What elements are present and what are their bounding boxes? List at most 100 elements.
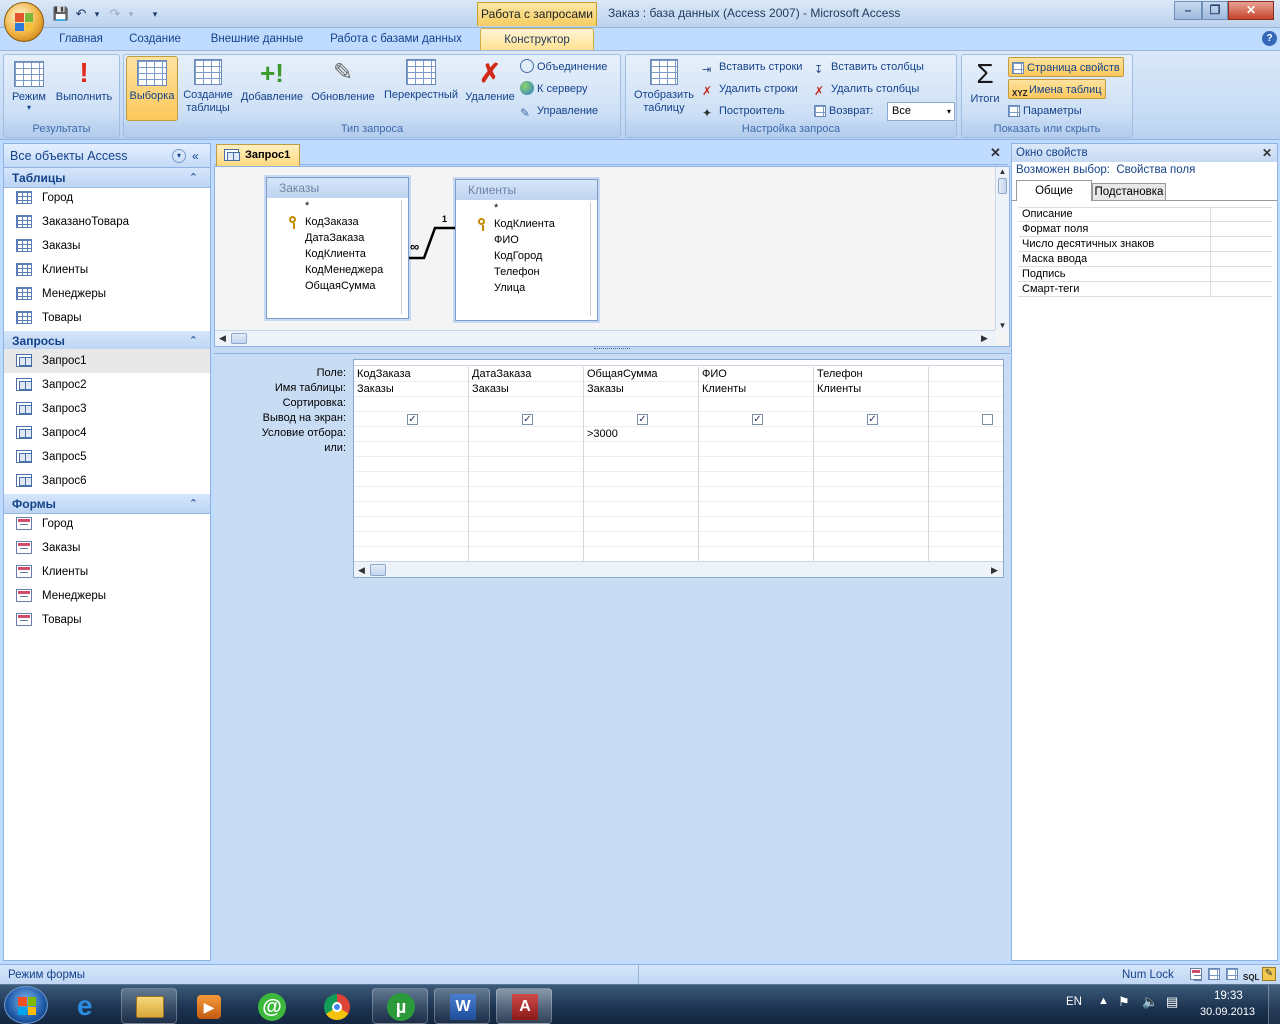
grid-cell-or[interactable] [814, 517, 928, 532]
grid-cell-table[interactable]: Клиенты [814, 382, 928, 397]
language-indicator[interactable]: EN [1066, 996, 1082, 1008]
scroll-left-icon[interactable]: ◀ [358, 565, 365, 576]
builder-button[interactable]: ✦ Построитель [702, 101, 785, 121]
nav-item-query[interactable]: Запрос5 [4, 445, 210, 469]
scroll-down-icon[interactable]: ▼ [996, 321, 1009, 330]
insert-columns-button[interactable]: ↧ Вставить столбцы [814, 57, 924, 77]
show-checkbox[interactable]: ✓ [407, 414, 418, 425]
field-item[interactable]: Телефон [456, 264, 597, 280]
scroll-right-icon[interactable]: ▶ [981, 333, 988, 344]
tab-create[interactable]: Создание [120, 28, 190, 50]
grid-cell-or[interactable] [469, 457, 583, 472]
scroll-right-icon[interactable]: ▶ [991, 565, 998, 576]
clock-date[interactable]: 30.09.2013 [1200, 1006, 1255, 1018]
media-player-icon[interactable]: ▶ [180, 988, 236, 1024]
property-row[interactable]: Описание [1018, 207, 1272, 222]
grid-cell-or[interactable] [354, 472, 468, 487]
grid-cell-field[interactable]: КодЗаказа [354, 367, 468, 382]
grid-cell-or[interactable] [584, 502, 698, 517]
form-view-icon[interactable] [1190, 968, 1202, 981]
grid-cell-or[interactable] [584, 442, 698, 457]
property-row[interactable]: Число десятичных знаков [1018, 237, 1272, 252]
union-query-button[interactable]: Объединение [520, 57, 607, 77]
upper-horizontal-scrollbar[interactable]: ◀ ▶ [215, 330, 995, 346]
grid-cell-or[interactable] [469, 442, 583, 457]
tab-database-tools[interactable]: Работа с базами данных [322, 28, 470, 50]
grid-cell-field[interactable]: ФИО [699, 367, 813, 382]
view-mode-button[interactable]: Режим ▾ [7, 59, 51, 121]
undo-dropdown-icon[interactable]: ▾ [88, 5, 106, 23]
nav-item-form[interactable]: Менеджеры [4, 584, 210, 608]
show-checkbox[interactable]: ✓ [752, 414, 763, 425]
access-icon[interactable]: A [496, 988, 552, 1024]
pivot-view-icon[interactable] [1226, 968, 1238, 980]
property-row[interactable]: Маска ввода [1018, 252, 1272, 267]
show-checkbox[interactable] [982, 414, 993, 425]
grid-cell-or[interactable] [354, 457, 468, 472]
nav-item-table[interactable]: Город [4, 186, 210, 210]
grid-cell-field[interactable]: ДатаЗаказа [469, 367, 583, 382]
grid-cell-criteria[interactable]: >3000 [584, 427, 698, 442]
show-table-button[interactable]: Отобразить таблицу [628, 59, 700, 121]
explorer-icon[interactable] [121, 988, 177, 1024]
grid-cell-table[interactable]: Заказы [354, 382, 468, 397]
nav-item-query[interactable]: Запрос3 [4, 397, 210, 421]
field-item[interactable]: ДатаЗаказа [267, 230, 408, 246]
nav-section-tables[interactable]: Таблицы ⌃ [4, 168, 210, 188]
grid-cell-or[interactable] [584, 472, 698, 487]
grid-cell-or[interactable] [584, 487, 698, 502]
property-row[interactable]: Смарт-теги [1018, 282, 1272, 297]
grid-cell-field[interactable]: ОбщаяСумма [584, 367, 698, 382]
nav-item-form[interactable]: Клиенты [4, 560, 210, 584]
grid-cell-or[interactable] [469, 547, 583, 562]
tab-design[interactable]: Конструктор [480, 28, 594, 50]
nav-item-form[interactable]: Товары [4, 608, 210, 632]
property-row[interactable]: Подпись [1018, 267, 1272, 282]
grid-cell-or[interactable] [354, 442, 468, 457]
field-item[interactable]: * [456, 200, 597, 216]
grid-cell-sort[interactable] [584, 397, 698, 412]
grid-cell-table[interactable]: Клиенты [699, 382, 813, 397]
grid-cell-or[interactable] [699, 457, 813, 472]
show-checkbox[interactable]: ✓ [522, 414, 533, 425]
grid-cell-field[interactable]: Телефон [814, 367, 928, 382]
scroll-thumb[interactable] [370, 564, 386, 576]
field-item-key[interactable]: КодЗаказа [267, 214, 408, 230]
grid-cell-criteria[interactable] [469, 427, 583, 442]
nav-section-queries[interactable]: Запросы ⌃ [4, 331, 210, 351]
grid-cell-sort[interactable] [469, 397, 583, 412]
scroll-left-icon[interactable]: ◀ [219, 333, 226, 344]
table-window-clients[interactable]: Клиенты * КодКлиента ФИО КодГород Телефо… [455, 179, 598, 321]
pane-splitter[interactable] [214, 347, 1010, 354]
nav-item-query[interactable]: Запрос2 [4, 373, 210, 397]
grid-cell-or[interactable] [354, 502, 468, 517]
tab-home[interactable]: Главная [50, 28, 112, 50]
ie-icon[interactable]: e [62, 988, 118, 1024]
grid-cell-or[interactable] [814, 442, 928, 457]
action-center-flag-icon[interactable]: ⚑ [1118, 994, 1130, 1010]
tab-general[interactable]: Общие [1016, 180, 1092, 201]
grid-cell-or[interactable] [354, 532, 468, 547]
grid-cell-or[interactable] [469, 532, 583, 547]
grid-cell-or[interactable] [699, 487, 813, 502]
design-view-icon[interactable]: ✎ [1262, 967, 1276, 981]
nav-item-table[interactable]: Заказы [4, 234, 210, 258]
delete-columns-button[interactable]: ✗ Удалить столбцы [814, 79, 919, 99]
grid-cell-field[interactable] [929, 367, 1003, 382]
table-names-button[interactable]: XYZИмена таблиц [1008, 79, 1106, 99]
nav-item-table[interactable]: Товары [4, 306, 210, 330]
return-select[interactable]: Все ▾ [887, 102, 955, 121]
grid-cell-criteria[interactable] [354, 427, 468, 442]
field-item[interactable]: Улица [456, 280, 597, 296]
scroll-thumb[interactable] [231, 333, 247, 344]
show-checkbox[interactable]: ✓ [637, 414, 648, 425]
field-item[interactable]: * [267, 198, 408, 214]
grid-cell-table[interactable]: Заказы [469, 382, 583, 397]
tab-query1[interactable]: Запрос1 [216, 144, 300, 166]
nav-item-table[interactable]: Менеджеры [4, 282, 210, 306]
grid-cell-or[interactable] [929, 532, 1003, 547]
volume-icon[interactable]: 🔈 [1142, 994, 1158, 1010]
maximize-button[interactable]: ❐ [1202, 1, 1228, 20]
grid-cell-or[interactable] [469, 502, 583, 517]
field-item[interactable]: КодКлиента [267, 246, 408, 262]
